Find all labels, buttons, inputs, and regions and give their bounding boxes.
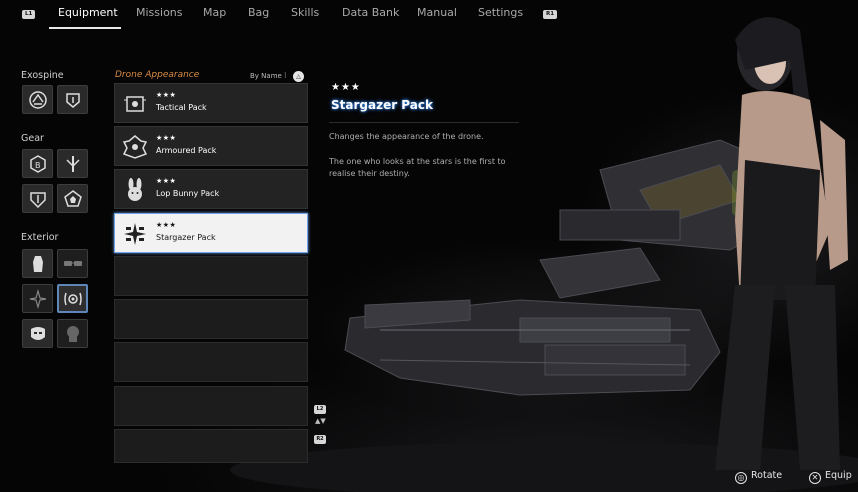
detail-stars: ★★★ <box>331 82 361 93</box>
category-title-exospine: Exospine <box>21 70 64 81</box>
rotate-hint[interactable]: ◎ Rotate <box>735 470 782 484</box>
item-name: Stargazer Pack <box>156 233 216 242</box>
item-stars: ★★★ <box>156 134 177 142</box>
list-item-empty[interactable] <box>114 386 308 426</box>
rotate-label: Rotate <box>751 470 783 481</box>
list-item-tactical-pack[interactable]: ★★★ Tactical Pack <box>114 83 308 123</box>
item-name: Lop Bunny Pack <box>156 189 220 198</box>
tactical-pack-icon <box>124 96 146 112</box>
r2-scroll-hint[interactable]: R2 <box>314 435 326 444</box>
l2-scroll-hint[interactable]: L2 <box>314 405 326 414</box>
sort-toggle-icon: ⁝ <box>284 71 287 80</box>
stargazer-pack-icon <box>124 223 146 245</box>
bunny-pack-icon <box>128 178 142 201</box>
exospine-primary-icon <box>29 91 47 109</box>
detail-description-1: Changes the appearance of the drone. <box>329 132 484 141</box>
cross-button-icon: ✕ <box>809 472 821 484</box>
sort-label[interactable]: By Name <box>250 72 282 80</box>
tab-missions[interactable]: Missions <box>136 6 183 28</box>
tab-settings[interactable]: Settings <box>478 6 523 28</box>
item-stars: ★★★ <box>156 221 177 229</box>
armoured-pack-icon <box>122 135 148 159</box>
gear-shield-icon <box>30 192 46 209</box>
right-stick-icon: ◎ <box>735 472 747 484</box>
gear-pentagon-icon <box>64 190 82 207</box>
l1-button-hint[interactable]: L1 <box>22 10 36 19</box>
exterior-drone-icon <box>64 292 82 306</box>
list-item-empty[interactable] <box>114 299 308 339</box>
exterior-helmet-icon <box>67 326 79 342</box>
exospine-slot-2[interactable] <box>57 85 88 114</box>
equip-label: Equip <box>825 470 852 481</box>
exterior-slot-4-selected[interactable] <box>57 284 88 313</box>
exterior-slot-3[interactable] <box>22 284 53 313</box>
category-title-gear: Gear <box>21 133 44 144</box>
exterior-slot-1[interactable] <box>22 249 53 278</box>
tab-manual[interactable]: Manual <box>417 6 457 28</box>
list-item-armoured-pack[interactable]: ★★★ Armoured Pack <box>114 126 308 166</box>
gear-slot-3[interactable] <box>22 184 53 213</box>
category-title-exterior: Exterior <box>21 232 59 243</box>
list-item-stargazer-pack[interactable]: ★★★ Stargazer Pack <box>114 213 308 253</box>
active-tab-underline <box>49 27 121 29</box>
gear-blade-icon <box>66 156 80 172</box>
tab-skills[interactable]: Skills <box>291 6 319 28</box>
detail-divider <box>329 122 519 123</box>
gear-emblem-icon: B <box>30 155 46 173</box>
list-item-lop-bunny-pack[interactable]: ★★★ Lop Bunny Pack <box>114 169 308 209</box>
gear-slot-1[interactable]: B <box>22 149 53 178</box>
gear-slot-2[interactable] <box>57 149 88 178</box>
item-name: Armoured Pack <box>156 146 217 155</box>
svg-text:B: B <box>35 161 41 170</box>
tab-equipment[interactable]: Equipment <box>58 6 118 28</box>
tab-map[interactable]: Map <box>203 6 226 28</box>
item-name: Tactical Pack <box>156 103 207 112</box>
item-stars: ★★★ <box>156 177 177 185</box>
list-item-empty[interactable] <box>114 256 308 296</box>
exterior-slot-5[interactable] <box>22 319 53 348</box>
list-item-empty[interactable] <box>114 429 308 463</box>
exterior-suit-icon <box>33 256 43 272</box>
equip-hint[interactable]: ✕ Equip <box>809 470 852 484</box>
top-navigation-bar: L1 Equipment Missions Map Bag Skills Dat… <box>0 0 858 30</box>
exterior-mask-icon <box>31 327 45 340</box>
exterior-glasses-icon <box>64 261 82 266</box>
tab-data-bank[interactable]: Data Bank <box>342 6 399 28</box>
list-item-empty[interactable] <box>114 342 308 382</box>
detail-title: Stargazer Pack <box>331 98 433 112</box>
exterior-hair-icon <box>29 289 47 309</box>
tab-bag[interactable]: Bag <box>248 6 269 28</box>
exterior-slot-6[interactable] <box>57 319 88 348</box>
scroll-arrows-icon: ▲▼ <box>315 417 326 425</box>
item-stars: ★★★ <box>156 91 177 99</box>
r1-button-hint[interactable]: R1 <box>543 10 558 19</box>
exospine-slot-1[interactable] <box>22 85 53 114</box>
sort-triangle-button[interactable]: △ <box>293 71 304 82</box>
exterior-slot-2[interactable] <box>57 249 88 278</box>
gear-slot-4[interactable] <box>57 184 88 213</box>
detail-description-2: The one who looks at the stars is the fi… <box>329 157 506 178</box>
list-header-drone-appearance: Drone Appearance <box>115 70 200 80</box>
exospine-secondary-icon <box>66 93 80 108</box>
